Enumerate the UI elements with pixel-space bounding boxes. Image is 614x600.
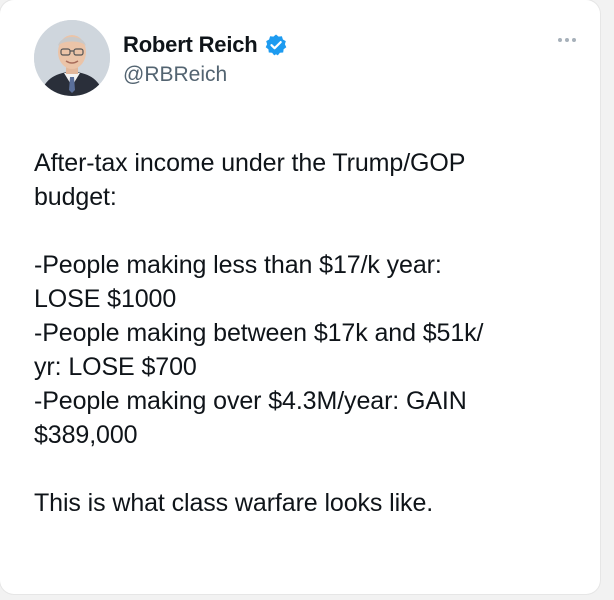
tweet-line: yr: LOSE $700 — [34, 353, 197, 381]
more-dot — [572, 38, 576, 42]
avatar-photo-icon — [34, 20, 110, 96]
tweet-line: -People making between $17k and $51k/ — [34, 319, 484, 347]
tweet-line: -People making over $4.3M/year: GAIN — [34, 387, 467, 415]
tweet-line: This is what class warfare looks like. — [34, 489, 434, 517]
more-options-icon[interactable] — [552, 30, 582, 50]
author-handle[interactable]: @RBReich — [123, 63, 227, 87]
more-dot — [558, 38, 562, 42]
tweet-text: After-tax income under the Trump/GOP bud… — [34, 146, 584, 520]
verified-badge-icon — [264, 33, 288, 57]
avatar[interactable] — [34, 20, 110, 96]
tweet-line: -People making less than $17/k year: — [34, 251, 442, 279]
tweet-line: $389,000 — [34, 421, 138, 449]
tweet-line: After-tax income under the Trump/GOP — [34, 149, 466, 177]
author-name-row: Robert Reich — [123, 31, 288, 59]
tweet-line: LOSE $1000 — [34, 285, 177, 313]
author-name[interactable]: Robert Reich — [123, 32, 258, 58]
more-dot — [565, 38, 569, 42]
tweet-card: Robert Reich @RBReich After-tax income u… — [0, 0, 600, 594]
tweet-line: budget: — [34, 183, 117, 211]
